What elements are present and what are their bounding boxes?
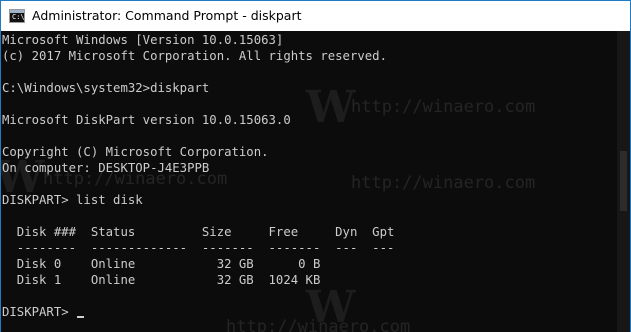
console-line: Microsoft Windows [Version 10.0.15063] (2, 33, 284, 47)
console-line: C:\Windows\system32>diskpart (2, 81, 210, 95)
console-text: Microsoft Windows [Version 10.0.15063] (… (2, 32, 394, 320)
console-line: DISKPART> list disk (2, 193, 143, 207)
disk-table-row: Disk 1 Online 32 GB 1024 KB (2, 273, 321, 287)
minimize-button[interactable] (602, 1, 630, 31)
window-title: Administrator: Command Prompt - diskpart (32, 8, 302, 23)
console-line: Copyright (C) Microsoft Corporation. (2, 145, 269, 159)
disk-table-row: Disk 0 Online 32 GB 0 B (2, 257, 321, 271)
command-prompt-window: C:\ Administrator: Command Prompt - disk… (0, 0, 631, 332)
disk-table-separator: -------- ------------- ------- ------- -… (2, 241, 395, 255)
console-line: Microsoft DiskPart version 10.0.15063.0 (2, 113, 291, 127)
text-cursor (77, 316, 85, 318)
disk-table-header: Disk ### Status Size Free Dyn Gpt (2, 225, 395, 239)
title-bar[interactable]: C:\ Administrator: Command Prompt - disk… (1, 0, 630, 31)
console-line: On computer: DESKTOP-J4E3PPB (2, 161, 210, 175)
vertical-scrollbar[interactable] (617, 31, 630, 332)
prompt-line[interactable]: DISKPART> (2, 304, 394, 320)
console-line: (c) 2017 Microsoft Corporation. All righ… (2, 49, 387, 63)
command-prompt-icon[interactable]: C:\ (9, 9, 25, 23)
prompt-text: DISKPART> (2, 305, 77, 319)
scrollbar-thumb[interactable] (620, 151, 627, 211)
console-output-area[interactable]: W http://winaero.com W http://winaero.co… (1, 31, 630, 332)
